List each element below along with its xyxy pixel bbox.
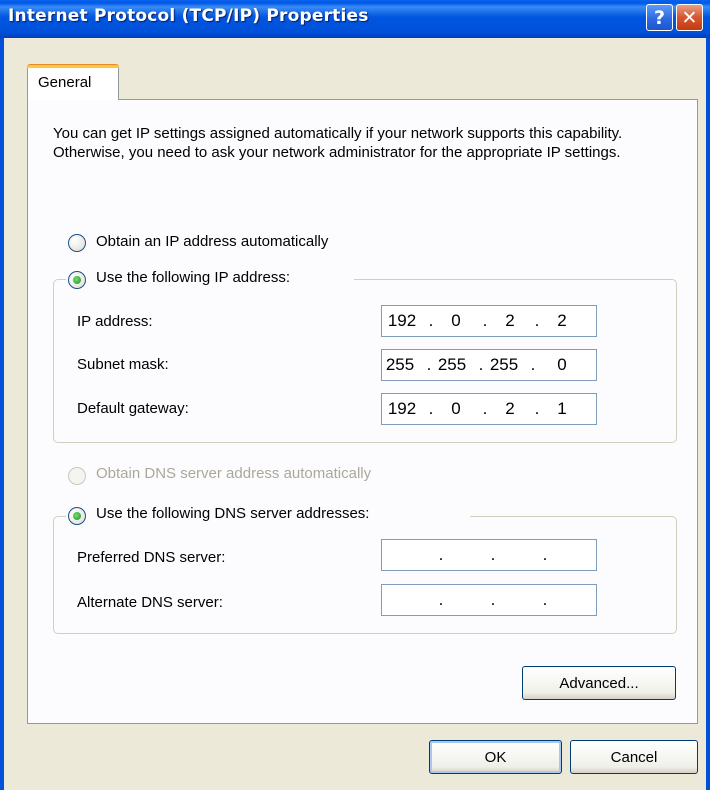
window-frame-right xyxy=(706,38,710,790)
preferred-dns-label: Preferred DNS server: xyxy=(77,549,226,566)
help-button[interactable]: ? xyxy=(646,4,673,31)
ip-octet: 255 xyxy=(437,355,467,374)
ip-address-label: IP address: xyxy=(77,313,153,330)
window-frame-left xyxy=(0,38,4,790)
subnet-mask-field[interactable]: 255. 255. 255. 0 xyxy=(381,349,597,381)
close-button[interactable]: ✕ xyxy=(676,4,703,31)
obtain-ip-auto-label[interactable]: Obtain an IP address automatically xyxy=(92,233,333,250)
close-icon: ✕ xyxy=(681,6,698,29)
ip-octet: 1 xyxy=(557,399,567,418)
help-icon: ? xyxy=(653,6,666,29)
ok-button[interactable]: OK xyxy=(429,740,562,774)
use-following-ip-label[interactable]: Use the following IP address: xyxy=(92,269,294,286)
ip-octet: 0 xyxy=(557,355,567,374)
ip-octet: 192 xyxy=(387,399,417,418)
use-following-dns-label[interactable]: Use the following DNS server addresses: xyxy=(92,505,374,522)
dns-groupbox xyxy=(53,516,677,634)
ip-octet: 2 xyxy=(557,311,567,330)
ip-octet: 192 xyxy=(387,311,417,330)
ip-octet: 2 xyxy=(505,399,515,418)
obtain-ip-auto-radio[interactable] xyxy=(68,234,86,252)
use-following-dns-radio[interactable] xyxy=(68,507,86,525)
ip-address-field[interactable]: 192. 0. 2. 2 xyxy=(381,305,597,337)
ip-octet: 2 xyxy=(505,311,515,330)
ip-octet: 0 xyxy=(451,311,461,330)
ip-octet: 0 xyxy=(451,399,461,418)
default-gateway-field[interactable]: 192. 0. 2. 1 xyxy=(381,393,597,425)
cancel-button[interactable]: Cancel xyxy=(570,740,698,774)
alternate-dns-label: Alternate DNS server: xyxy=(77,594,223,611)
default-gateway-label: Default gateway: xyxy=(77,400,189,417)
obtain-dns-auto-radio xyxy=(68,467,86,485)
subnet-mask-label: Subnet mask: xyxy=(77,356,169,373)
tab-general-label: General xyxy=(38,74,92,91)
ip-octet: 255 xyxy=(385,355,415,374)
use-following-ip-radio[interactable] xyxy=(68,271,86,289)
obtain-dns-auto-label: Obtain DNS server address automatically xyxy=(92,465,376,482)
preferred-dns-field[interactable]: ... xyxy=(381,539,597,571)
window-title: Internet Protocol (TCP/IP) Properties xyxy=(8,6,369,26)
title-bar[interactable]: Internet Protocol (TCP/IP) Properties ? … xyxy=(0,0,710,38)
description-text: You can get IP settings assigned automat… xyxy=(53,125,623,161)
ip-octet: 255 xyxy=(489,355,519,374)
alternate-dns-field[interactable]: ... xyxy=(381,584,597,616)
advanced-button[interactable]: Advanced... xyxy=(522,666,676,700)
